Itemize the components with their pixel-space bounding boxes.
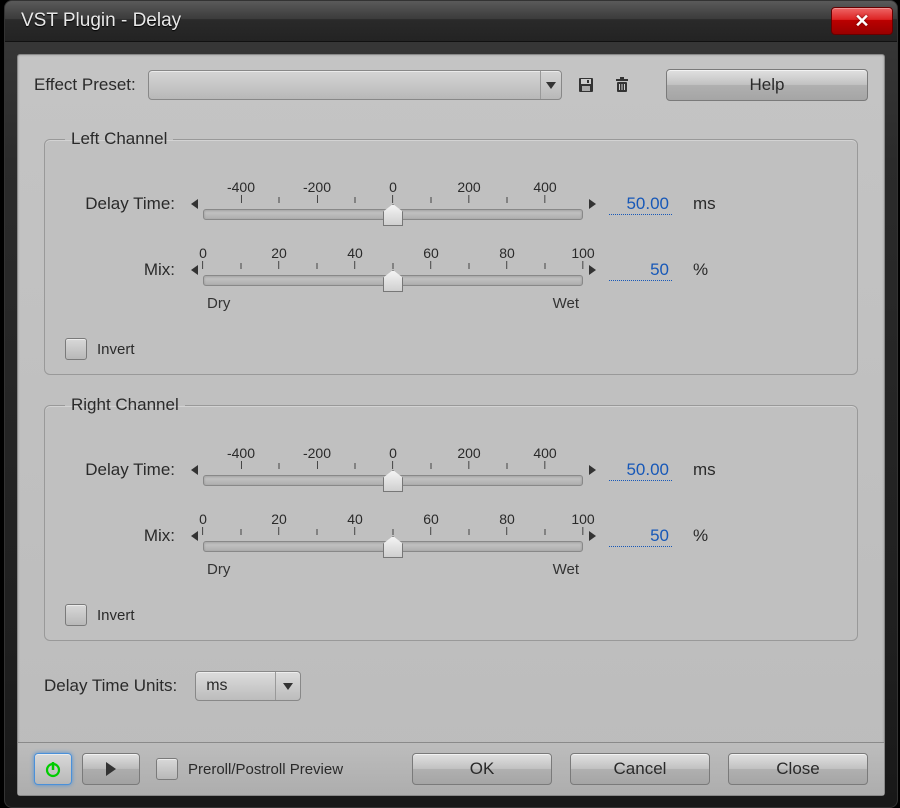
preset-row: Effect Preset:	[18, 55, 884, 115]
cancel-button[interactable]: Cancel	[570, 753, 710, 785]
right-mix-label: Mix:	[65, 526, 185, 546]
right-mix-unit: %	[693, 526, 721, 546]
left-mix-label: Mix:	[65, 260, 185, 280]
preset-label: Effect Preset:	[34, 75, 136, 95]
footer-bar: Preroll/Postroll Preview OK Cancel Close	[18, 742, 884, 795]
preset-combo[interactable]	[148, 70, 562, 100]
left-channel-legend: Left Channel	[65, 129, 173, 149]
right-delay-value[interactable]: 50.00	[609, 460, 672, 481]
chevron-down-icon	[283, 683, 293, 690]
arrow-left-icon	[191, 465, 198, 475]
close-window-button[interactable]: ✕	[831, 7, 893, 35]
ok-button[interactable]: OK	[412, 753, 552, 785]
left-mix-row: Mix: 020406080100 50 %	[65, 245, 837, 295]
left-delay-value[interactable]: 50.00	[609, 194, 672, 215]
save-preset-button[interactable]	[574, 73, 598, 97]
left-mix-unit: %	[693, 260, 721, 280]
left-delay-unit: ms	[693, 194, 721, 214]
left-delay-slider[interactable]: -400-2000200400	[203, 179, 583, 229]
content-area: Left Channel Delay Time: -400-2000200400…	[18, 115, 884, 742]
arrow-left-icon	[191, 199, 198, 209]
window-title: VST Plugin - Delay	[21, 10, 181, 32]
right-delay-row: Delay Time: -400-2000200400 50.00 ms	[65, 445, 837, 495]
left-invert-label: Invert	[97, 341, 135, 358]
arrow-right-icon	[589, 199, 596, 209]
left-delay-label: Delay Time:	[65, 194, 185, 214]
right-delay-unit: ms	[693, 460, 721, 480]
delay-units-value: ms	[206, 677, 227, 695]
right-invert-row: Invert	[65, 604, 837, 626]
delete-preset-button[interactable]	[610, 73, 634, 97]
right-channel-legend: Right Channel	[65, 395, 185, 415]
trash-icon	[612, 75, 632, 95]
right-delay-inc[interactable]	[583, 465, 601, 475]
arrow-right-icon	[589, 465, 596, 475]
title-bar[interactable]: VST Plugin - Delay ✕	[5, 1, 897, 42]
left-mix-slider[interactable]: 020406080100	[203, 245, 583, 295]
left-delay-dec[interactable]	[185, 199, 203, 209]
power-toggle[interactable]	[34, 753, 72, 785]
left-channel-group: Left Channel Delay Time: -400-2000200400…	[44, 129, 858, 375]
left-mix-value[interactable]: 50	[609, 260, 672, 281]
left-invert-row: Invert	[65, 338, 837, 360]
right-delay-slider[interactable]: -400-2000200400	[203, 445, 583, 495]
preroll-checkbox[interactable]	[156, 758, 178, 780]
chevron-down-icon	[546, 82, 556, 89]
dialog-window: VST Plugin - Delay ✕ Effect Preset:	[4, 0, 898, 808]
right-mix-wet-label: Wet	[553, 561, 579, 578]
right-mix-value[interactable]: 50	[609, 526, 672, 547]
left-delay-inc[interactable]	[583, 199, 601, 209]
help-button[interactable]: Help	[666, 69, 868, 101]
right-channel-group: Right Channel Delay Time: -400-200020040…	[44, 395, 858, 641]
right-invert-checkbox[interactable]	[65, 604, 87, 626]
close-icon: ✕	[854, 11, 869, 32]
power-icon	[43, 759, 63, 779]
ok-button-label: OK	[470, 759, 495, 779]
right-delay-dec[interactable]	[185, 465, 203, 475]
preroll-label: Preroll/Postroll Preview	[188, 761, 343, 778]
cancel-button-label: Cancel	[614, 759, 667, 779]
close-button[interactable]: Close	[728, 753, 868, 785]
delay-units-row: Delay Time Units: ms	[44, 671, 858, 701]
play-icon	[106, 762, 116, 776]
arrow-left-icon	[191, 265, 198, 275]
delay-units-arrow[interactable]	[275, 672, 300, 700]
arrow-left-icon	[191, 531, 198, 541]
preview-play-button[interactable]	[82, 753, 140, 785]
right-invert-label: Invert	[97, 607, 135, 624]
right-delay-label: Delay Time:	[65, 460, 185, 480]
left-delay-row: Delay Time: -400-2000200400 50.00 ms	[65, 179, 837, 229]
left-invert-checkbox[interactable]	[65, 338, 87, 360]
right-mix-slider[interactable]: 020406080100	[203, 511, 583, 561]
help-button-label: Help	[750, 75, 785, 95]
right-mix-dry-label: Dry	[207, 561, 230, 578]
save-icon	[576, 75, 596, 95]
left-mix-wet-label: Wet	[553, 295, 579, 312]
delay-units-label: Delay Time Units:	[44, 676, 177, 696]
delay-units-combo[interactable]: ms	[195, 671, 301, 701]
preset-dropdown-arrow[interactable]	[540, 71, 561, 99]
main-panel: Effect Preset:	[17, 54, 885, 796]
close-button-label: Close	[776, 759, 819, 779]
right-mix-row: Mix: 020406080100 50 %	[65, 511, 837, 561]
left-mix-dry-label: Dry	[207, 295, 230, 312]
